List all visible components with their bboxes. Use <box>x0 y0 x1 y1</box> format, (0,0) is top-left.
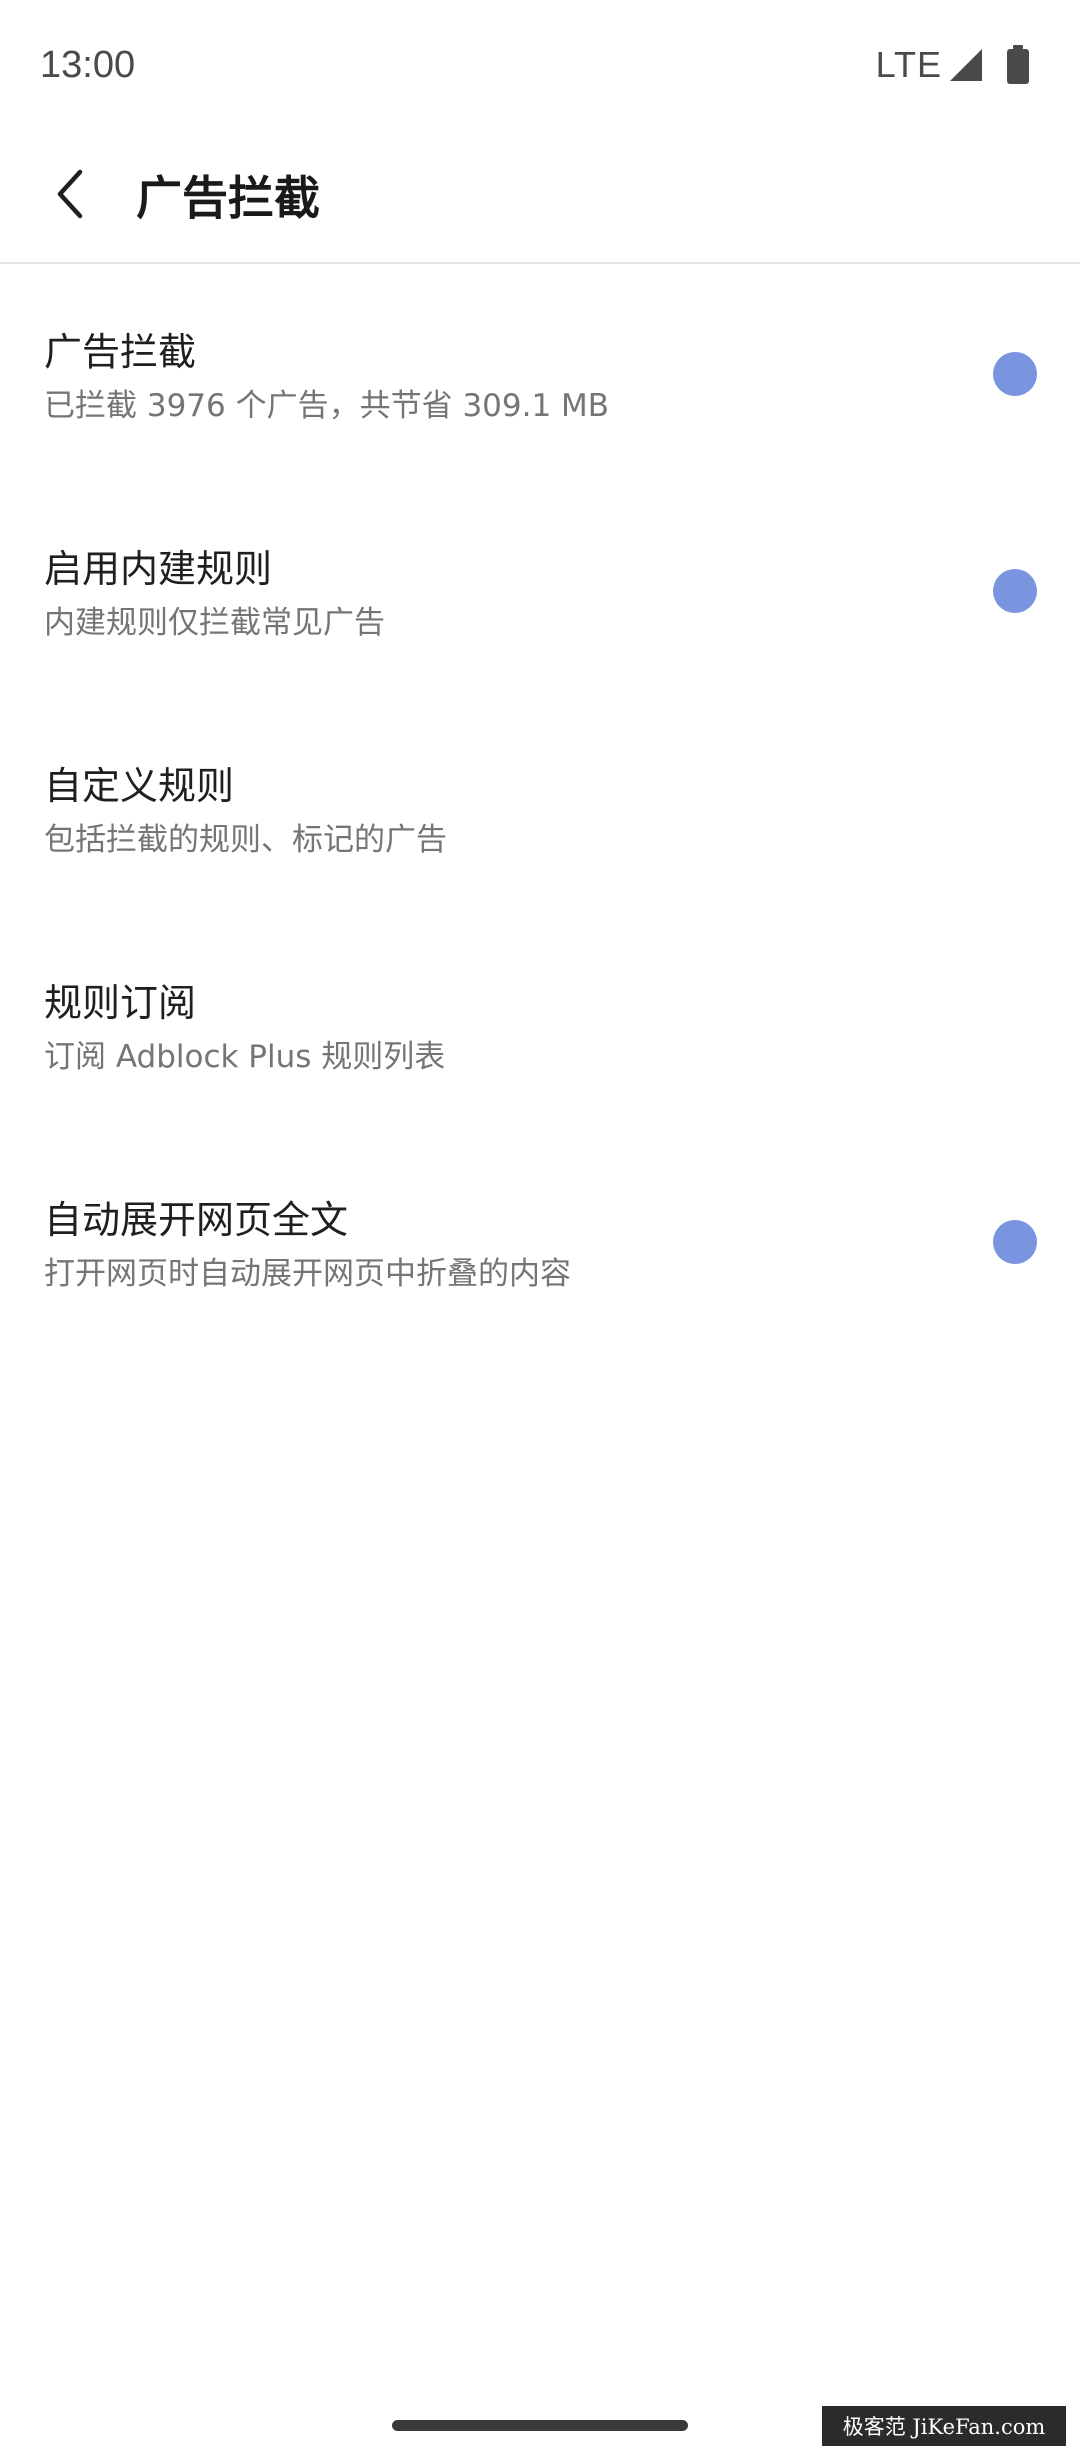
setting-text: 启用内建规则 内建规则仅拦截常见广告 <box>44 543 940 645</box>
status-indicators: LTE <box>876 44 1030 86</box>
status-bar: 13:00 LTE <box>0 0 1080 130</box>
setting-text: 自定义规则 包括拦截的规则、标记的广告 <box>44 760 940 862</box>
setting-title: 启用内建规则 <box>44 547 273 591</box>
network-type-label: LTE <box>875 44 942 85</box>
ad-block-toggle[interactable] <box>993 352 1037 396</box>
battery-icon <box>1006 45 1030 85</box>
cell-signal-icon <box>948 47 984 83</box>
setting-text: 规则订阅 订阅 Adblock Plus 规则列表 <box>44 977 940 1079</box>
setting-rule-subscription[interactable]: 规则订阅 订阅 Adblock Plus 规则列表 <box>0 915 1080 1132</box>
setting-subtitle: 打开网页时自动展开网页中折叠的内容 <box>44 1256 571 1292</box>
back-button[interactable] <box>36 160 108 232</box>
setting-title: 自定义规则 <box>44 764 235 808</box>
setting-auto-expand[interactable]: 自动展开网页全文 打开网页时自动展开网页中折叠的内容 <box>0 1132 1080 1349</box>
gesture-nav-handle[interactable] <box>392 2420 688 2431</box>
page-title: 广告拦截 <box>136 171 320 225</box>
setting-custom-rules[interactable]: 自定义规则 包括拦截的规则、标记的广告 <box>0 698 1080 915</box>
watermark: 极客范 JiKeFan.com <box>822 2406 1066 2446</box>
setting-subtitle: 包括拦截的规则、标记的广告 <box>44 822 447 858</box>
setting-title: 自动展开网页全文 <box>44 1198 349 1242</box>
settings-list: 广告拦截 已拦截 3976 个广告，共节省 309.1 MB 启用内建规则 内建… <box>0 264 1080 1349</box>
setting-ad-block[interactable]: 广告拦截 已拦截 3976 个广告，共节省 309.1 MB <box>0 264 1080 481</box>
setting-text: 广告拦截 已拦截 3976 个广告，共节省 309.1 MB <box>44 326 940 428</box>
builtin-rules-toggle[interactable] <box>993 569 1037 613</box>
setting-title: 广告拦截 <box>44 330 197 374</box>
auto-expand-toggle[interactable] <box>993 1220 1037 1264</box>
setting-text: 自动展开网页全文 打开网页时自动展开网页中折叠的内容 <box>44 1194 940 1296</box>
chevron-left-icon <box>52 166 92 226</box>
setting-title: 规则订阅 <box>44 981 197 1025</box>
status-time: 13:00 <box>40 44 136 86</box>
setting-builtin-rules[interactable]: 启用内建规则 内建规则仅拦截常见广告 <box>0 481 1080 698</box>
setting-subtitle: 已拦截 3976 个广告，共节省 309.1 MB <box>44 388 610 424</box>
setting-subtitle: 订阅 Adblock Plus 规则列表 <box>44 1039 446 1075</box>
setting-subtitle: 内建规则仅拦截常见广告 <box>44 605 385 641</box>
top-app-bar: 广告拦截 <box>0 130 1080 264</box>
